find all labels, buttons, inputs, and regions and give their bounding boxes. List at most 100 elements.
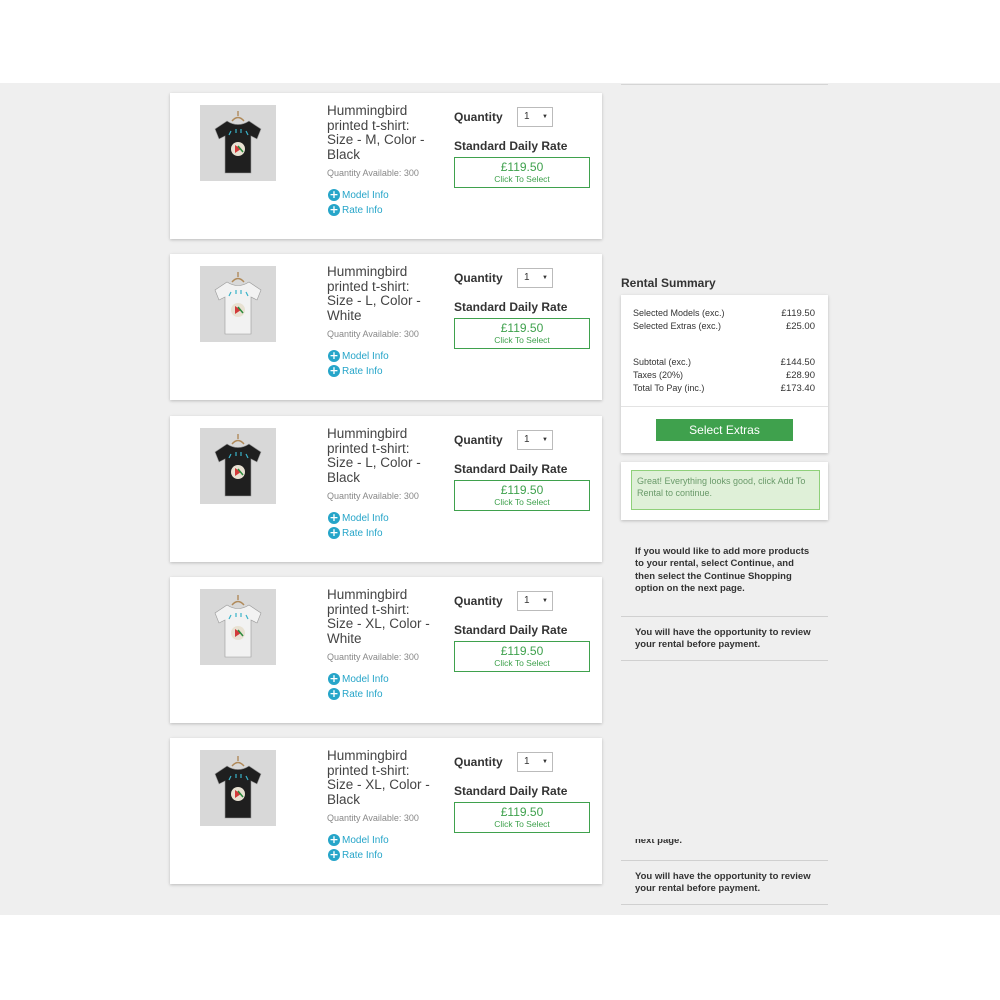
product-name: Hummingbird printed t-shirt: Size - L, C…	[327, 264, 421, 324]
model-info-label: Model Info	[342, 512, 389, 524]
plus-circle-icon: +	[328, 687, 340, 700]
review-info-text: You will have the opportunity to review …	[635, 627, 811, 651]
divider	[621, 616, 828, 617]
rate-label: Standard Daily Rate	[454, 462, 568, 476]
quantity-select[interactable]: 1 ▼	[517, 268, 553, 288]
select-rate-button[interactable]: £119.50 Click To Select	[454, 802, 590, 833]
tshirt-icon	[214, 111, 262, 174]
tshirt-icon	[214, 756, 262, 819]
summary-value: £28.90	[785, 370, 815, 381]
product-card: Hummingbird printed t-shirt: Size - L, C…	[170, 254, 602, 400]
rate-info-link[interactable]: + Rate Info	[328, 204, 383, 216]
summary-label: Selected Models (exc.)	[633, 308, 725, 318]
quantity-label: Quantity	[454, 755, 503, 769]
model-info-label: Model Info	[342, 834, 389, 846]
product-name: Hummingbird printed t-shirt: Size - XL, …	[327, 748, 430, 808]
quantity-value: 1	[524, 111, 530, 122]
caret-down-icon: ▼	[542, 598, 548, 604]
summary-label: Taxes (20%)	[633, 370, 684, 380]
tshirt-icon	[214, 272, 262, 335]
plus-circle-icon: +	[328, 364, 340, 377]
rate-label: Standard Daily Rate	[454, 623, 568, 637]
rate-info-link[interactable]: + Rate Info	[328, 849, 383, 861]
product-name: Hummingbird printed t-shirt: Size - L, C…	[327, 426, 421, 486]
rate-info-label: Rate Info	[342, 849, 383, 861]
select-rate-button[interactable]: £119.50 Click To Select	[454, 157, 590, 188]
summary-row-extras: Selected Extras (exc.) £25.00	[633, 321, 815, 332]
caret-down-icon: ▼	[542, 759, 548, 765]
divider	[621, 904, 828, 905]
rate-info-label: Rate Info	[342, 527, 383, 539]
model-info-label: Model Info	[342, 673, 389, 685]
rate-info-link[interactable]: + Rate Info	[328, 527, 383, 539]
model-info-link[interactable]: + Model Info	[328, 673, 389, 685]
select-rate-button[interactable]: £119.50 Click To Select	[454, 641, 590, 672]
quantity-available: Quantity Available: 300	[327, 652, 419, 662]
tshirt-icon	[214, 595, 262, 658]
rate-info-link[interactable]: + Rate Info	[328, 688, 383, 700]
quantity-select[interactable]: 1 ▼	[517, 430, 553, 450]
rate-price: £119.50	[500, 805, 544, 819]
plus-circle-icon: +	[328, 188, 340, 201]
rate-cta: Click To Select	[494, 658, 550, 668]
quantity-select[interactable]: 1 ▼	[517, 591, 553, 611]
quantity-label: Quantity	[454, 110, 503, 124]
rental-summary-title: Rental Summary	[621, 276, 716, 290]
plus-circle-icon: +	[328, 203, 340, 216]
continue-info-text: If you would like to add more products t…	[635, 546, 810, 594]
plus-circle-icon: +	[328, 672, 340, 685]
plus-circle-icon: +	[328, 848, 340, 861]
quantity-label: Quantity	[454, 594, 503, 608]
continue-info-fragment: next page.	[635, 839, 682, 846]
caret-down-icon: ▼	[542, 114, 548, 120]
product-card: Hummingbird printed t-shirt: Size - XL, …	[170, 577, 602, 723]
product-image[interactable]	[200, 105, 276, 181]
rate-price: £119.50	[500, 483, 544, 497]
model-info-link[interactable]: + Model Info	[328, 512, 389, 524]
divider	[621, 860, 828, 861]
product-image[interactable]	[200, 750, 276, 826]
rate-price: £119.50	[500, 644, 544, 658]
summary-label: Subtotal (exc.)	[633, 357, 692, 367]
quantity-value: 1	[524, 434, 530, 445]
rate-info-label: Rate Info	[342, 365, 383, 377]
divider	[621, 84, 828, 85]
model-info-link[interactable]: + Model Info	[328, 189, 389, 201]
caret-down-icon: ▼	[542, 437, 548, 443]
product-image[interactable]	[200, 589, 276, 665]
rate-label: Standard Daily Rate	[454, 139, 568, 153]
product-card: Hummingbird printed t-shirt: Size - M, C…	[170, 93, 602, 239]
model-info-label: Model Info	[342, 350, 389, 362]
status-panel: Great! Everything looks good, click Add …	[621, 462, 828, 520]
quantity-select[interactable]: 1 ▼	[517, 752, 553, 772]
summary-value: £173.40	[780, 383, 815, 394]
quantity-available: Quantity Available: 300	[327, 168, 419, 178]
quantity-available: Quantity Available: 300	[327, 813, 419, 823]
quantity-label: Quantity	[454, 271, 503, 285]
summary-row-models: Selected Models (exc.) £119.50	[633, 308, 815, 319]
model-info-link[interactable]: + Model Info	[328, 834, 389, 846]
divider	[621, 660, 828, 661]
select-rate-button[interactable]: £119.50 Click To Select	[454, 480, 590, 511]
rate-info-link[interactable]: + Rate Info	[328, 365, 383, 377]
rate-label: Standard Daily Rate	[454, 784, 568, 798]
summary-row-subtotal: Subtotal (exc.) £144.50	[633, 357, 815, 368]
summary-row-taxes: Taxes (20%) £28.90	[633, 370, 815, 381]
quantity-value: 1	[524, 595, 530, 606]
summary-value: £25.00	[785, 321, 815, 332]
summary-value: £144.50	[780, 357, 815, 368]
select-extras-button[interactable]: Select Extras	[656, 419, 793, 441]
plus-circle-icon: +	[328, 833, 340, 846]
product-image[interactable]	[200, 266, 276, 342]
rental-summary-panel: Selected Models (exc.) £119.50 Selected …	[621, 295, 828, 453]
rate-cta: Click To Select	[494, 174, 550, 184]
model-info-link[interactable]: + Model Info	[328, 350, 389, 362]
product-card: Hummingbird printed t-shirt: Size - L, C…	[170, 416, 602, 562]
plus-circle-icon: +	[328, 526, 340, 539]
rate-info-label: Rate Info	[342, 204, 383, 216]
select-rate-button[interactable]: £119.50 Click To Select	[454, 318, 590, 349]
product-image[interactable]	[200, 428, 276, 504]
quantity-select[interactable]: 1 ▼	[517, 107, 553, 127]
product-card: Hummingbird printed t-shirt: Size - XL, …	[170, 738, 602, 884]
divider	[621, 406, 828, 407]
